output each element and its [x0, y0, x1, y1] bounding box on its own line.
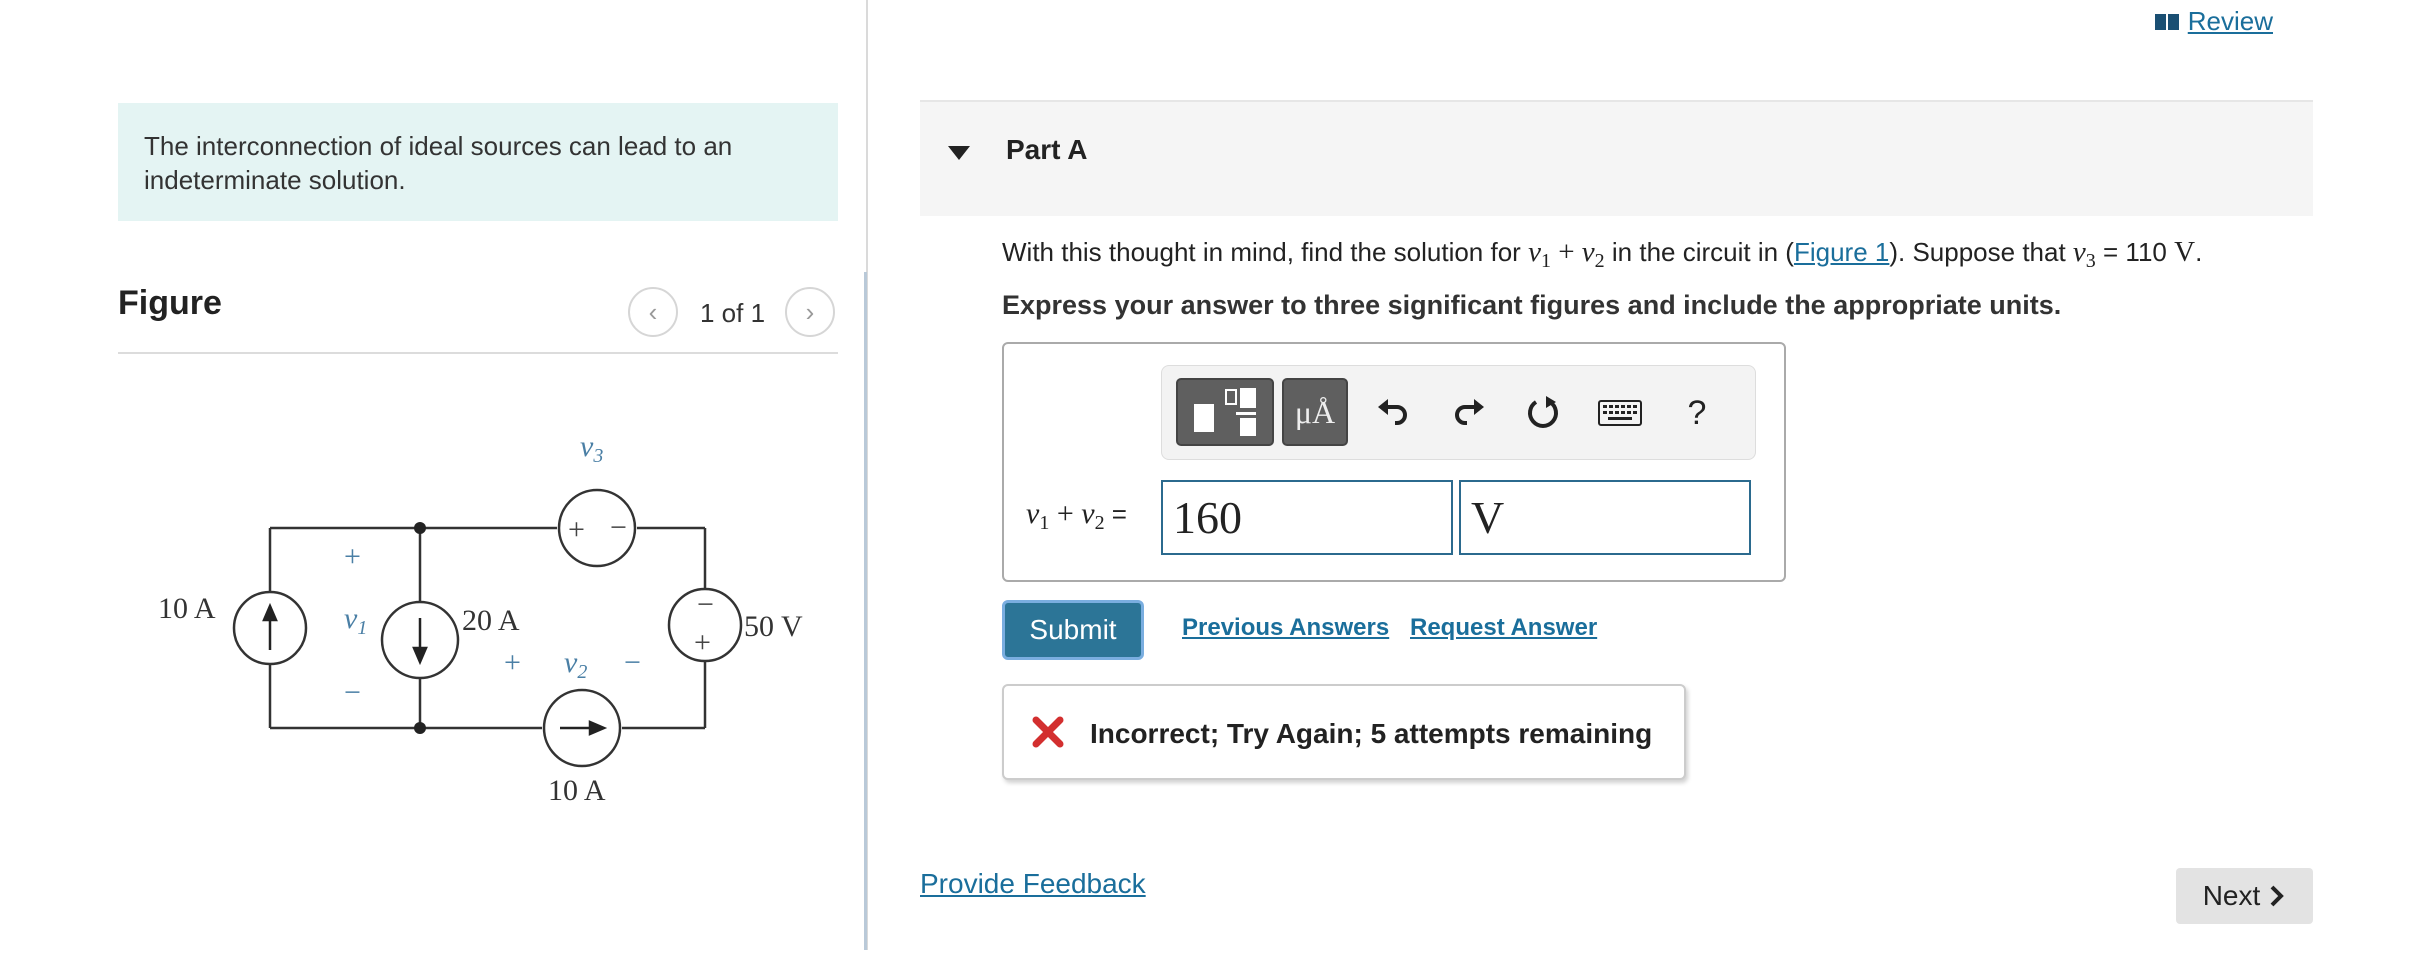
intro-text: The interconnection of ideal sources can… — [118, 103, 838, 221]
caret-down-icon[interactable] — [948, 146, 970, 160]
figure-divider — [118, 352, 838, 354]
v2-minus: − — [624, 646, 641, 679]
redo-button[interactable] — [1444, 388, 1494, 438]
undo-icon — [1378, 399, 1407, 425]
v1-plus: + — [344, 540, 361, 573]
provide-feedback-link[interactable]: Provide Feedback — [920, 868, 1146, 900]
v2-label: v2 — [564, 646, 587, 683]
math-toolbar: μÅ ? — [1161, 365, 1756, 460]
figure-counter: 1 of 1 — [700, 298, 766, 328]
answer-unit-input[interactable] — [1459, 480, 1751, 555]
v3-source-plus: + — [568, 513, 585, 546]
figure-prev-button[interactable]: ‹ — [628, 287, 678, 337]
v2-plus: + — [504, 646, 521, 679]
vsrc-minus: − — [697, 588, 714, 621]
answer-box: μÅ ? v1 + v2 = 160 V — [1002, 342, 1786, 582]
figure-title: Figure — [118, 284, 222, 322]
figure-pane: The interconnection of ideal sources can… — [0, 0, 865, 960]
part-label: Part A — [1006, 134, 1088, 165]
incorrect-x-icon — [1032, 716, 1064, 748]
help-button[interactable]: ? — [1672, 388, 1722, 438]
keyboard-icon — [1598, 400, 1642, 426]
answer-value-input[interactable] — [1161, 480, 1453, 555]
v1-minus: − — [344, 676, 361, 709]
next-label: Next — [2202, 880, 2261, 911]
chevron-right-icon — [2270, 885, 2285, 907]
next-button[interactable]: Next — [2176, 868, 2313, 924]
v1-label: v1 — [344, 602, 367, 639]
request-answer-link[interactable]: Request Answer — [1410, 614, 1597, 642]
question-text: With this thought in mind, find the solu… — [1002, 236, 2203, 273]
keyboard-button[interactable] — [1590, 388, 1650, 438]
units-button[interactable]: μÅ — [1282, 378, 1348, 446]
book-icon — [2154, 13, 2179, 30]
feedback-text: Incorrect; Try Again; 5 attempts remaini… — [1090, 718, 1653, 749]
previous-answers-link[interactable]: Previous Answers — [1182, 614, 1389, 642]
vsrc-plus: + — [694, 626, 711, 659]
circuit-diagram: + − − + 10 A 20 A 50 V 10 A + − v1 + − v… — [158, 430, 803, 807]
undo-button[interactable] — [1368, 388, 1418, 438]
v3-label: v3 — [580, 430, 603, 467]
figure-pane-scrollbar[interactable] — [864, 272, 867, 950]
figure-1-link[interactable]: Figure 1 — [1794, 237, 1889, 267]
current-source-left-label: 10 A — [158, 592, 216, 625]
current-source-bottom-label: 10 A — [548, 774, 606, 807]
answer-instructions: Express your answer to three significant… — [1002, 290, 2062, 320]
current-source-middle-label: 20 A — [462, 604, 520, 637]
chevron-left-icon: ‹ — [648, 296, 658, 327]
voltage-source-label: 50 V — [744, 610, 803, 643]
templates-button[interactable] — [1176, 378, 1274, 446]
answer-variable-label: v1 + v2 = — [1026, 497, 1127, 535]
review-link[interactable]: Review — [2154, 6, 2273, 37]
redo-icon — [1455, 399, 1484, 425]
reset-button[interactable] — [1518, 388, 1568, 438]
submit-button[interactable]: Submit — [1002, 600, 1144, 660]
figure-next-button[interactable]: › — [785, 287, 835, 337]
fraction-template-icon — [1194, 388, 1256, 436]
feedback-message-box: Incorrect; Try Again; 5 attempts remaini… — [1002, 684, 1686, 780]
chevron-right-icon: › — [805, 296, 815, 327]
reset-icon — [1528, 396, 1558, 428]
v3-source-minus: − — [610, 511, 627, 544]
part-a-header[interactable]: Part A — [920, 100, 2313, 216]
